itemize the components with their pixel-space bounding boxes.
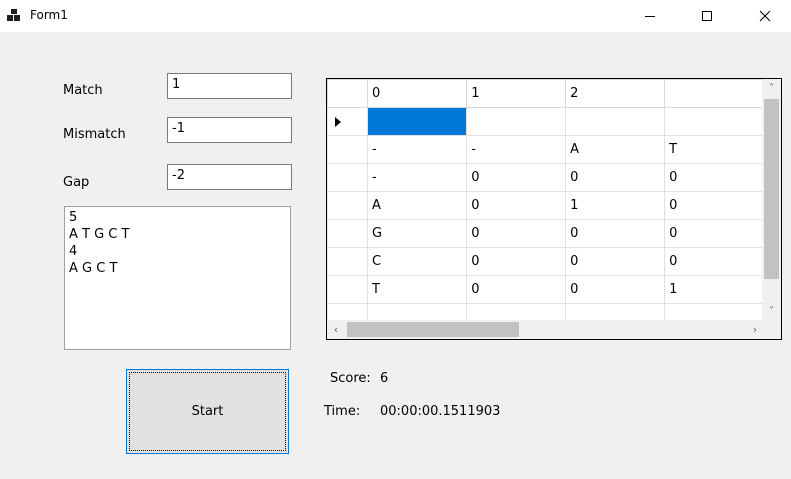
grid-cell[interactable]: - bbox=[367, 163, 468, 192]
scroll-up-icon[interactable]: ˄ bbox=[762, 79, 781, 97]
time-value: 00:00:00.1511903 bbox=[380, 404, 501, 419]
grid-cell[interactable] bbox=[565, 303, 666, 320]
grid-cell[interactable]: - bbox=[367, 135, 468, 164]
time-label: Time: bbox=[324, 404, 361, 419]
maximize-icon bbox=[702, 11, 712, 21]
grid-cell[interactable]: - bbox=[466, 135, 567, 164]
grid-table: 0 1 2 --AT-000A010G000C000T001 bbox=[327, 79, 764, 320]
row-header[interactable] bbox=[327, 107, 369, 136]
row-header[interactable] bbox=[327, 303, 369, 320]
row-header[interactable] bbox=[327, 247, 369, 276]
grid-cell[interactable] bbox=[367, 107, 468, 136]
close-button[interactable] bbox=[742, 0, 788, 32]
minimize-icon bbox=[645, 15, 655, 17]
table-row: C000 bbox=[327, 247, 764, 276]
title-bar: Form1 bbox=[0, 0, 791, 32]
alignment-grid[interactable]: 0 1 2 --AT-000A010G000C000T001 ˄ ˅ ‹ › bbox=[326, 78, 782, 340]
grid-cell[interactable]: 0 bbox=[664, 247, 764, 276]
grid-cell[interactable]: 0 bbox=[466, 275, 567, 304]
score-value: 6 bbox=[380, 371, 389, 386]
app-icon bbox=[7, 9, 23, 23]
grid-cell[interactable]: 0 bbox=[664, 163, 764, 192]
grid-cell[interactable]: 1 bbox=[664, 275, 764, 304]
grid-cell[interactable] bbox=[664, 303, 764, 320]
column-header[interactable] bbox=[664, 79, 764, 108]
grid-cell[interactable]: T bbox=[367, 275, 468, 304]
scroll-left-icon[interactable]: ‹ bbox=[327, 320, 345, 339]
start-button[interactable]: Start bbox=[126, 369, 289, 454]
table-row: --AT bbox=[327, 135, 764, 164]
grid-corner-header bbox=[327, 79, 369, 108]
sequences-textarea[interactable]: 5 A T G C T 4 A G C T bbox=[64, 206, 291, 350]
scroll-down-icon[interactable]: ˅ bbox=[762, 302, 781, 320]
grid-cell[interactable]: T bbox=[664, 135, 764, 164]
column-header[interactable]: 1 bbox=[466, 79, 567, 108]
sequence-line: 4 bbox=[69, 244, 78, 259]
close-icon bbox=[759, 10, 771, 22]
current-row-arrow-icon bbox=[335, 117, 341, 127]
match-label: Match bbox=[63, 83, 103, 98]
window-title: Form1 bbox=[30, 8, 68, 22]
mismatch-input[interactable]: -1 bbox=[167, 117, 292, 143]
row-header[interactable] bbox=[327, 135, 369, 164]
grid-cell[interactable] bbox=[466, 107, 567, 136]
grid-cell[interactable]: 0 bbox=[466, 247, 567, 276]
minimize-button[interactable] bbox=[627, 0, 673, 32]
grid-cell[interactable]: 0 bbox=[664, 191, 764, 220]
row-header[interactable] bbox=[327, 219, 369, 248]
row-header[interactable] bbox=[327, 191, 369, 220]
grid-cell[interactable] bbox=[664, 107, 764, 136]
grid-cell[interactable]: 0 bbox=[565, 247, 666, 276]
grid-cell[interactable]: A bbox=[367, 191, 468, 220]
grid-cell[interactable]: 0 bbox=[466, 191, 567, 220]
column-header[interactable]: 2 bbox=[565, 79, 666, 108]
gap-label: Gap bbox=[63, 175, 90, 190]
vertical-scrollbar[interactable]: ˄ ˅ bbox=[762, 79, 781, 320]
horizontal-scroll-thumb[interactable] bbox=[347, 322, 519, 337]
grid-viewport: 0 1 2 --AT-000A010G000C000T001 bbox=[327, 79, 764, 320]
grid-cell[interactable]: 0 bbox=[565, 219, 666, 248]
grid-cell[interactable]: G bbox=[367, 219, 468, 248]
sequence-line: A G C T bbox=[69, 261, 118, 276]
vertical-scroll-thumb[interactable] bbox=[764, 99, 779, 279]
table-row: T001 bbox=[327, 275, 764, 304]
start-button-label: Start bbox=[191, 404, 224, 419]
grid-cell[interactable] bbox=[367, 303, 468, 320]
table-row: G000 bbox=[327, 219, 764, 248]
table-row: A010 bbox=[327, 191, 764, 220]
grid-cell[interactable] bbox=[565, 107, 666, 136]
grid-cell[interactable]: 0 bbox=[565, 275, 666, 304]
grid-cell[interactable]: 0 bbox=[466, 163, 567, 192]
scrollbar-corner bbox=[762, 320, 781, 339]
row-header[interactable] bbox=[327, 163, 369, 192]
column-header[interactable]: 0 bbox=[367, 79, 468, 108]
table-row bbox=[327, 107, 764, 136]
gap-input[interactable]: -2 bbox=[167, 164, 292, 190]
horizontal-scrollbar[interactable]: ‹ › bbox=[327, 320, 764, 339]
grid-cell[interactable]: C bbox=[367, 247, 468, 276]
grid-cell[interactable]: 0 bbox=[466, 219, 567, 248]
mismatch-label: Mismatch bbox=[63, 127, 126, 142]
sequence-line: A T G C T bbox=[69, 227, 130, 242]
table-row: -000 bbox=[327, 163, 764, 192]
maximize-button[interactable] bbox=[684, 0, 730, 32]
grid-cell[interactable] bbox=[466, 303, 567, 320]
sequence-line: 5 bbox=[69, 210, 78, 225]
grid-cell[interactable]: 0 bbox=[664, 219, 764, 248]
score-label: Score: bbox=[330, 371, 371, 386]
grid-cell[interactable]: A bbox=[565, 135, 666, 164]
row-header[interactable] bbox=[327, 275, 369, 304]
match-input[interactable]: 1 bbox=[167, 73, 292, 99]
grid-cell[interactable]: 0 bbox=[565, 163, 666, 192]
table-row bbox=[327, 303, 764, 320]
grid-cell[interactable]: 1 bbox=[565, 191, 666, 220]
